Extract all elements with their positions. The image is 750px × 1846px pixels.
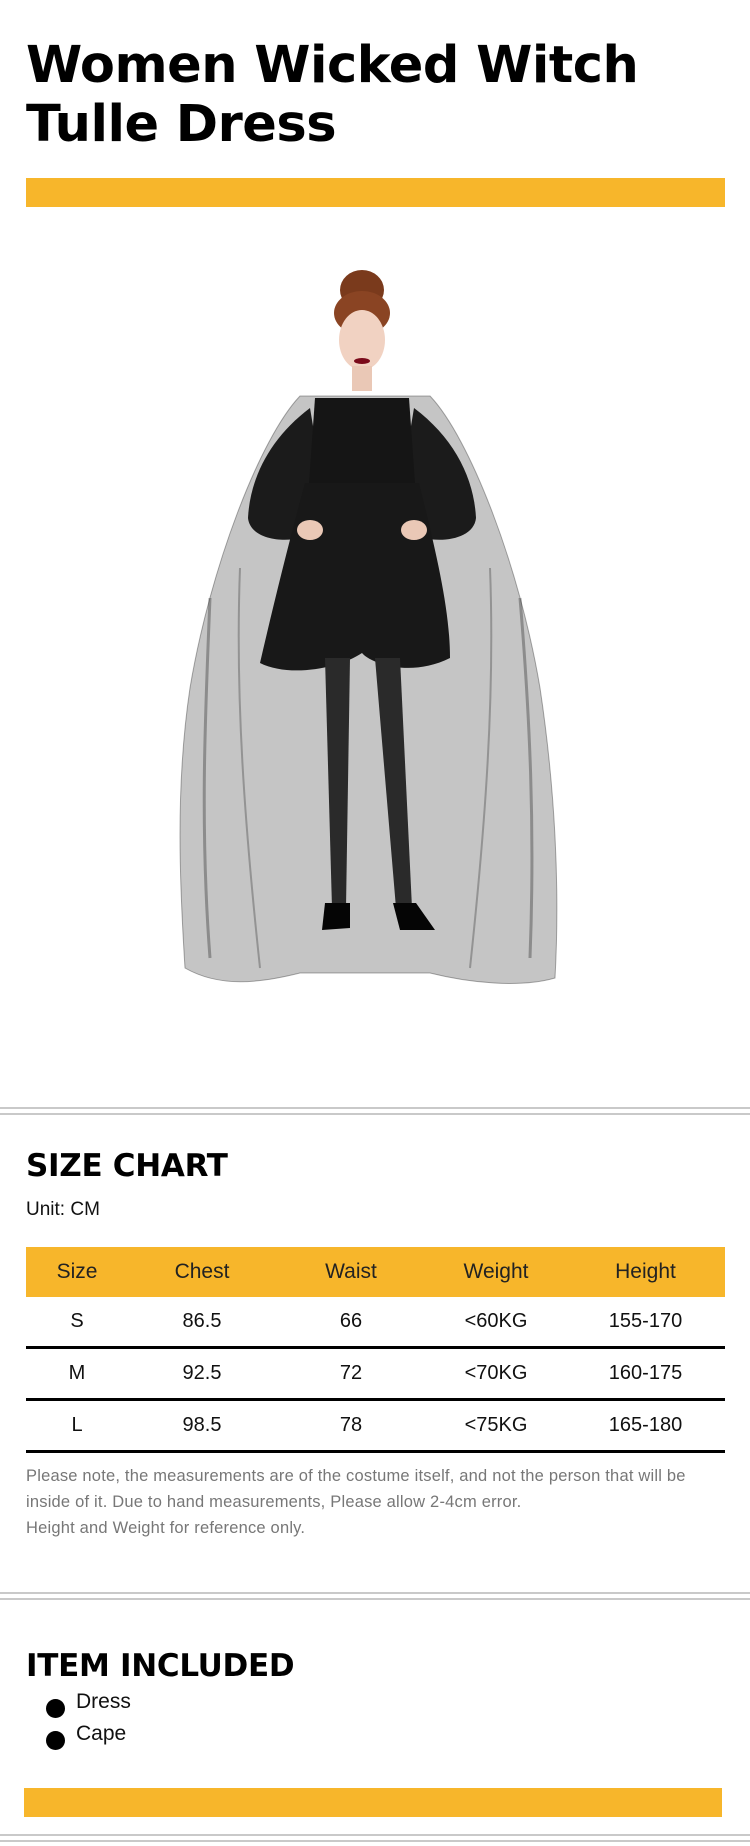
col-header-size: Size <box>26 1247 128 1297</box>
bullet-icon <box>46 1699 65 1718</box>
size-chart-unit: Unit: CM <box>26 1199 100 1220</box>
cell-weight: <70KG <box>426 1347 566 1401</box>
item-label: Cape <box>76 1722 127 1745</box>
cell-weight: <60KG <box>426 1297 566 1349</box>
cell-height: 160-175 <box>566 1347 725 1401</box>
item-label: Dress <box>76 1690 131 1713</box>
items-included-heading: ITEM INCLUDED <box>26 1648 295 1684</box>
footer-divider <box>0 1834 750 1842</box>
table-row: M 92.5 72 <70KG 160-175 <box>26 1347 725 1401</box>
cell-height: 155-170 <box>566 1297 725 1349</box>
cell-waist: 72 <box>276 1347 426 1401</box>
size-chart-heading: SIZE CHART <box>26 1148 228 1184</box>
table-row: S 86.5 66 <60KG 155-170 <box>26 1297 725 1349</box>
cell-size: L <box>26 1399 128 1453</box>
cell-size: S <box>26 1297 128 1349</box>
cell-chest: 92.5 <box>128 1347 276 1401</box>
section-divider <box>0 1107 750 1115</box>
col-header-height: Height <box>566 1247 725 1297</box>
cell-chest: 86.5 <box>128 1297 276 1349</box>
table-row: L 98.5 78 <75KG 165-180 <box>26 1399 725 1453</box>
cell-waist: 78 <box>276 1399 426 1453</box>
col-header-weight: Weight <box>426 1247 566 1297</box>
bullet-icon <box>46 1731 65 1750</box>
cell-weight: <75KG <box>426 1399 566 1453</box>
cell-chest: 98.5 <box>128 1399 276 1453</box>
accent-bar-top <box>26 178 725 207</box>
col-header-chest: Chest <box>128 1247 276 1297</box>
product-photo <box>150 268 580 1038</box>
witch-costume-model-image <box>179 270 558 984</box>
size-table-header-row: Size Chest Waist Weight Height <box>26 1247 725 1297</box>
measurement-note: Please note, the measurements are of the… <box>26 1463 731 1541</box>
cell-waist: 66 <box>276 1297 426 1349</box>
product-title: Women Wicked Witch Tulle Dress <box>26 36 639 154</box>
measurement-note-text: Please note, the measurements are of the… <box>26 1467 686 1511</box>
reference-note-text: Height and Weight for reference only. <box>26 1519 306 1537</box>
accent-bar-bottom <box>24 1788 722 1817</box>
col-header-waist: Waist <box>276 1247 426 1297</box>
size-chart-table: Size Chest Waist Weight Height S 86.5 66… <box>26 1247 725 1453</box>
cell-height: 165-180 <box>566 1399 725 1453</box>
section-divider <box>0 1592 750 1600</box>
cell-size: M <box>26 1347 128 1401</box>
